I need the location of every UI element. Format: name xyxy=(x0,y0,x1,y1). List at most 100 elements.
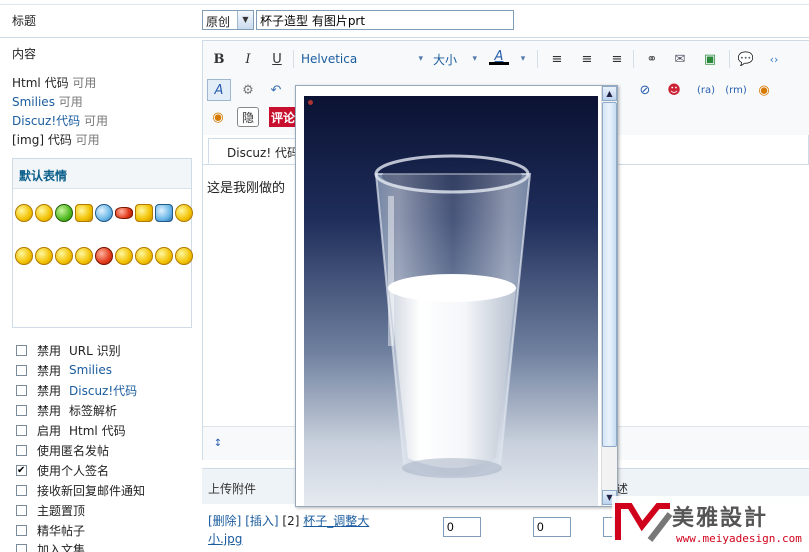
phone-icon[interactable] xyxy=(155,204,173,222)
media-icon[interactable]: ◉ xyxy=(209,107,227,127)
title-row-divider xyxy=(0,37,809,38)
shocked-smiley-icon[interactable] xyxy=(115,247,133,265)
option-row[interactable]: 启用 Html 代码 xyxy=(16,422,126,438)
option-checkbox[interactable] xyxy=(16,524,27,536)
windows-media-icon[interactable]: (rm) xyxy=(725,80,747,100)
toolbar-divider xyxy=(633,50,634,68)
option-checkbox[interactable] xyxy=(16,344,27,356)
attachment-price-input[interactable] xyxy=(533,517,571,537)
option-row[interactable]: 主题置顶 xyxy=(16,502,85,518)
option-row[interactable]: 禁用 标签解析 xyxy=(16,402,117,418)
option-row[interactable]: 禁用 URL 识别 xyxy=(16,342,121,358)
qq-icon[interactable]: ☻ xyxy=(665,80,683,100)
sad-smiley-icon[interactable] xyxy=(35,247,53,265)
option-row[interactable]: 接收新回复邮件通知 xyxy=(16,482,145,498)
wink-smiley-icon[interactable] xyxy=(175,204,193,222)
email-icon[interactable]: ✉ xyxy=(671,49,689,69)
vertical-scrollbar[interactable]: ▲ ▼ xyxy=(601,86,617,506)
sleepy-smiley-icon[interactable] xyxy=(175,247,193,265)
option-checkbox[interactable] xyxy=(16,543,27,552)
option-row[interactable]: 使用匿名发帖 xyxy=(16,442,109,458)
clock-icon[interactable] xyxy=(95,204,113,222)
attachment-filename-link-cont[interactable]: 小.jpg xyxy=(208,532,242,546)
undo-icon[interactable]: ↶ xyxy=(267,80,285,100)
tab-discuz-code[interactable]: Discuz! 代码 xyxy=(208,138,303,164)
scrollbar-thumb[interactable] xyxy=(602,102,617,447)
tongue-smiley-icon[interactable] xyxy=(135,247,153,265)
clear-format-icon[interactable]: A xyxy=(207,79,231,101)
option-row[interactable]: 精华帖子 xyxy=(16,522,85,538)
chevron-down-icon[interactable]: ▾ xyxy=(517,49,529,69)
option-checkbox[interactable] xyxy=(16,384,27,396)
frog-smiley-icon[interactable] xyxy=(55,204,73,222)
attachment-read-permission-input[interactable] xyxy=(443,517,481,537)
underline-button[interactable]: U xyxy=(269,49,285,69)
insert-image-icon[interactable]: ▣ xyxy=(701,49,719,69)
option-row[interactable]: 使用个人签名 xyxy=(16,462,109,478)
chevron-down-icon: ▾ xyxy=(418,54,423,64)
laugh-smiley-icon[interactable] xyxy=(55,247,73,265)
review-button[interactable]: 评论 xyxy=(269,107,297,127)
option-label[interactable]: Smilies xyxy=(69,363,112,377)
toolbar-divider xyxy=(537,50,538,68)
font-size-select[interactable]: 大小 ▾ xyxy=(433,49,479,69)
font-color-button[interactable]: A xyxy=(487,47,511,67)
post-type-select[interactable]: 原创 ▼ xyxy=(202,10,254,30)
victory-hand-icon[interactable] xyxy=(75,204,93,222)
toolbar-divider xyxy=(293,50,294,68)
option-checkbox[interactable] xyxy=(16,364,27,376)
option-checkbox[interactable] xyxy=(16,504,27,516)
option-checkbox[interactable] xyxy=(16,464,27,476)
align-right-icon[interactable]: ≡ xyxy=(609,49,625,69)
quote-icon[interactable]: 💬 xyxy=(737,49,755,69)
option-row[interactable]: 禁用 Smilies xyxy=(16,362,112,378)
hide-button[interactable]: 隐 xyxy=(237,107,259,127)
lips-icon[interactable] xyxy=(115,207,133,219)
option-label[interactable]: Discuz!代码 xyxy=(69,382,137,399)
option-checkbox[interactable] xyxy=(16,444,27,456)
discuz-code-status: 可用 xyxy=(83,114,108,128)
option-checkbox[interactable] xyxy=(16,484,27,496)
flash-icon[interactable]: ⊘ xyxy=(636,80,654,100)
watermark-url: www.meiyadesign.com xyxy=(676,532,802,545)
align-left-icon[interactable]: ≡ xyxy=(549,49,565,69)
editor-text: 这是我刚做的 xyxy=(207,181,286,196)
handshake-icon[interactable] xyxy=(135,204,153,222)
resize-editor-icon[interactable]: ↕ xyxy=(209,433,227,453)
option-checkbox[interactable] xyxy=(16,424,27,436)
attachment-insert-link[interactable]: [插入] xyxy=(245,514,278,528)
chevron-down-icon[interactable]: ▼ xyxy=(237,11,253,29)
smiley-icon[interactable] xyxy=(15,204,33,222)
shy-smiley-icon[interactable] xyxy=(155,247,173,265)
option-row[interactable]: 禁用 Discuz!代码 xyxy=(16,382,137,398)
smirk-smiley-icon[interactable] xyxy=(15,247,33,265)
img-code-info: [img] 代码 可用 xyxy=(12,131,100,148)
italic-button[interactable]: I xyxy=(240,49,256,69)
option-label: URL 识别 xyxy=(69,343,121,358)
option-row[interactable]: 加入文集 xyxy=(16,541,85,552)
option-label: 接收新回复邮件通知 xyxy=(37,483,146,498)
editor-toolbar-top: B I U Helvetica ▾ 大小 ▾ A ▾ ≡ ≡ ≡ ⚭ ✉ ▣ 💬… xyxy=(203,41,809,77)
discuz-code-link[interactable]: Discuz!代码 xyxy=(12,114,80,128)
option-label: 标签解析 xyxy=(69,403,118,418)
align-center-icon[interactable]: ≡ xyxy=(579,49,595,69)
cry-smiley-icon[interactable] xyxy=(75,247,93,265)
toolbar-divider xyxy=(729,50,730,68)
grin-smiley-icon[interactable] xyxy=(35,204,53,222)
attachment-filename-link[interactable]: 杯子_调整大 xyxy=(303,514,369,528)
angry-smiley-icon[interactable] xyxy=(95,247,113,265)
image-preview-popup: ▲ ▼ xyxy=(295,85,618,507)
smilies-link[interactable]: Smilies xyxy=(12,95,55,109)
title-input[interactable] xyxy=(256,10,514,30)
option-label: Html 代码 xyxy=(69,423,126,438)
font-family-select[interactable]: Helvetica ▾ xyxy=(301,49,425,69)
code-icon[interactable]: ‹› xyxy=(765,49,783,69)
attachment-delete-link[interactable]: [删除] xyxy=(208,514,241,528)
real-media-icon[interactable]: (ra) xyxy=(695,80,717,100)
media-player-icon[interactable]: ◉ xyxy=(755,80,773,100)
link-icon[interactable]: ⚭ xyxy=(643,49,661,69)
bold-button[interactable]: B xyxy=(211,49,227,69)
scroll-up-icon[interactable]: ▲ xyxy=(602,86,617,101)
table-icon[interactable]: ⚙ xyxy=(239,80,257,100)
option-checkbox[interactable] xyxy=(16,404,27,416)
